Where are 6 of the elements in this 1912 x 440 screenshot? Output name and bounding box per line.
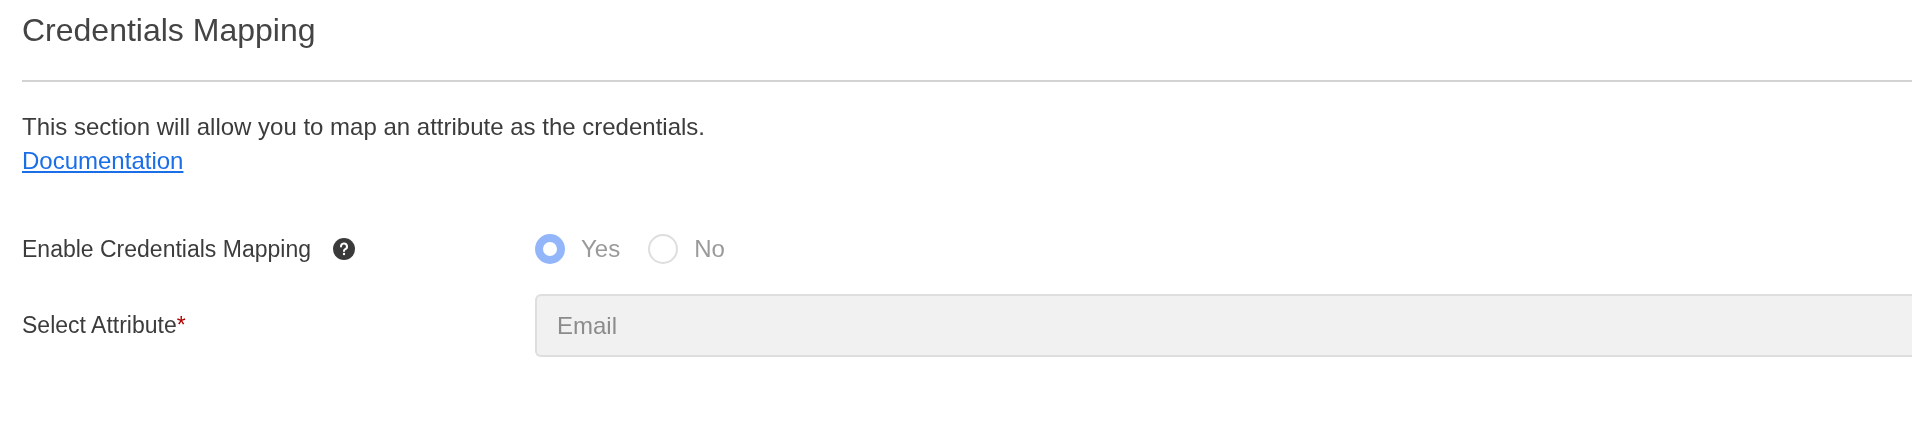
required-mark: *: [176, 312, 186, 339]
section-title: Credentials Mapping: [22, 11, 317, 50]
field-label: Enable Credentials Mapping: [22, 235, 311, 263]
field-label: Select Attribute: [22, 312, 177, 339]
documentation-link[interactable]: Documentation: [22, 147, 184, 174]
section-description: This section will allow you to map an attribute as the credentials.: [22, 112, 706, 142]
